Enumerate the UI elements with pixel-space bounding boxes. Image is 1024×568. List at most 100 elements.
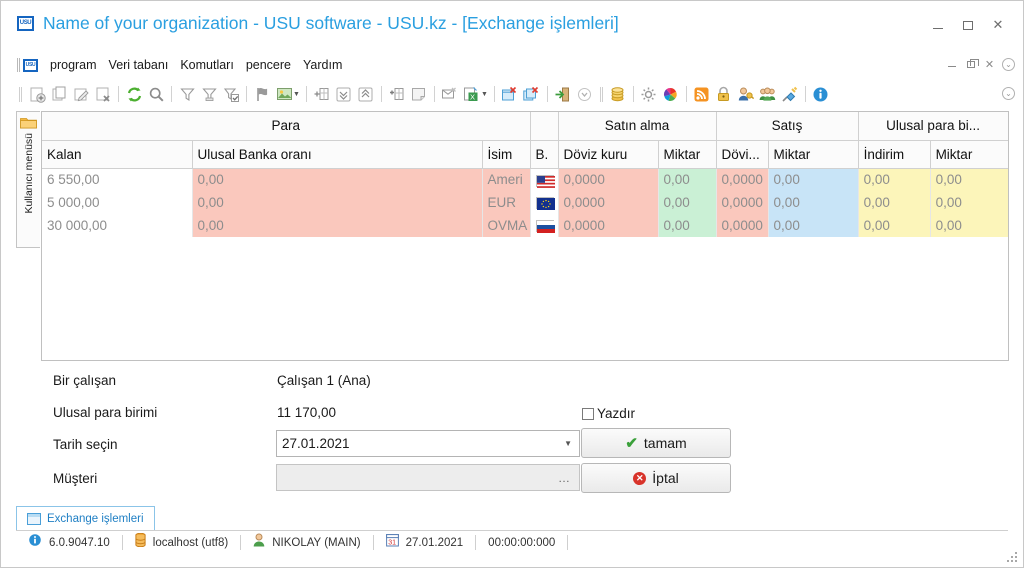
menu-drag-handle[interactable] [17,58,20,72]
cell-satis-doviz-kuru[interactable]: 0,0000 [716,191,769,214]
group-header-para[interactable]: Para [42,112,531,141]
status-time[interactable]: 00:00:00:000 [476,532,567,554]
filter-icon[interactable] [177,84,197,104]
color-wheel-icon[interactable] [661,84,681,104]
cell-ulusal-miktar[interactable]: 0,00 [930,191,1008,214]
add-record-icon[interactable] [27,84,47,104]
cell-satis-miktar[interactable]: 0,00 [768,214,859,237]
status-version[interactable]: 6.0.9047.10 [16,532,122,554]
flag-icon[interactable] [252,84,272,104]
toolbar-drag-handle[interactable] [19,86,22,102]
ellipsis-button-icon[interactable]: … [558,472,571,484]
menu-item-pencere[interactable]: pencere [246,58,291,72]
column-header-kalan[interactable]: Kalan [42,140,193,169]
cell-kalan[interactable]: 6 550,00 [42,168,193,191]
cell-indirim[interactable]: 0,00 [858,191,931,214]
exit-icon[interactable] [553,84,573,104]
chevron-down-icon[interactable]: ▼ [564,439,572,448]
user-key-icon[interactable] [736,84,756,104]
mail-icon[interactable] [440,84,460,104]
print-checkbox[interactable] [582,407,594,420]
group-header-ulusal[interactable]: Ulusal para bi... [858,112,1008,141]
minimize-button[interactable] [923,15,953,35]
column-header-indirim[interactable]: İndirim [858,140,931,169]
cell-satin-alma-miktar[interactable]: 0,00 [658,191,717,214]
cell-satin-alma-doviz-kuru[interactable]: 0,0000 [558,191,659,214]
table-row[interactable]: 30 000,00 0,00 OVMA 0,0000 0,00 0,0000 0… [42,214,1008,237]
image-icon[interactable] [274,84,294,104]
close-all-tabs-icon[interactable] [522,84,542,104]
delete-record-icon[interactable] [93,84,113,104]
cell-indirim[interactable]: 0,00 [858,214,931,237]
column-header-ulusal-banka-orani[interactable]: Ulusal Banka oranı [192,140,483,169]
lock-icon[interactable] [714,84,734,104]
mdi-more-button[interactable]: ⌄ [1000,56,1017,72]
cell-ulusal-banka-orani[interactable]: 0,00 [192,191,483,214]
resize-grip-icon[interactable] [1007,552,1019,564]
cell-isim[interactable]: Ameri [482,168,531,191]
column-header-satin-alma-doviz-kuru[interactable]: Döviz kuru [558,140,659,169]
settings-gear-icon[interactable] [639,84,659,104]
edit-record-icon[interactable] [71,84,91,104]
menu-item-program[interactable]: program [50,58,97,72]
copy-record-icon[interactable] [49,84,69,104]
status-date[interactable]: 31 27.01.2021 [374,532,476,554]
mdi-minimize-button[interactable] [943,56,960,72]
exchange-grid[interactable]: Para Satın alma Satış Ulusal para bi... … [41,111,1009,361]
status-user[interactable]: NIKOLAY (MAIN) [241,532,372,554]
plug-icon[interactable] [780,84,800,104]
cell-satis-doviz-kuru[interactable]: 0,0000 [716,168,769,191]
users-icon[interactable] [758,84,778,104]
cancel-button[interactable]: ✕ İptal [581,463,731,493]
group-panel-icon[interactable] [312,84,332,104]
filter-advanced-icon[interactable] [199,84,219,104]
column-header-isim[interactable]: İsim [482,140,531,169]
filter-check-icon[interactable] [221,84,241,104]
menu-item-veri-tabani[interactable]: Veri tabanı [109,58,169,72]
column-header-satin-alma-miktar[interactable]: Miktar [658,140,717,169]
user-menu-tab[interactable]: Kullanıcı menüsü [16,111,40,248]
column-header-bayrak[interactable]: B. [530,140,559,169]
toolbar-overflow-button[interactable]: ⌄ [1002,87,1015,100]
date-input[interactable]: 27.01.2021 ▼ [276,430,580,457]
cell-satis-miktar[interactable]: 0,00 [768,191,859,214]
cell-flag[interactable] [530,168,559,191]
cell-satin-alma-doviz-kuru[interactable]: 0,0000 [558,168,659,191]
cell-ulusal-banka-orani[interactable]: 0,00 [192,214,483,237]
mdi-restore-button[interactable] [962,56,979,72]
cell-satin-alma-miktar[interactable]: 0,00 [658,168,717,191]
cell-satin-alma-doviz-kuru[interactable]: 0,0000 [558,214,659,237]
column-header-satis-doviz-kuru[interactable]: Dövi... [716,140,769,169]
column-header-ulusal-miktar[interactable]: Miktar [930,140,1008,169]
cell-satin-alma-miktar[interactable]: 0,00 [658,214,717,237]
maximize-button[interactable] [953,15,983,35]
table-row[interactable]: 6 550,00 0,00 Ameri 0,0000 0,00 0,0000 0… [42,168,1008,191]
rss-icon[interactable] [692,84,712,104]
cell-isim[interactable]: OVMA [482,214,531,237]
collapse-all-icon[interactable] [356,84,376,104]
note-icon[interactable] [409,84,429,104]
cell-satis-miktar[interactable]: 0,00 [768,168,859,191]
group-header-satis[interactable]: Satış [716,112,859,141]
menu-item-yardim[interactable]: Yardım [303,58,342,72]
cell-flag[interactable] [530,214,559,237]
table-row[interactable]: 5 000,00 0,00 EUR 0,0000 0,00 0,0000 0,0… [42,191,1008,214]
info-icon[interactable] [811,84,831,104]
coins-icon[interactable] [608,84,628,104]
export-excel-icon[interactable]: X [462,84,482,104]
close-tab-icon[interactable] [500,84,520,104]
export-dropdown-caret-icon[interactable]: ▼ [481,91,488,98]
cell-indirim[interactable]: 0,00 [858,168,931,191]
cell-ulusal-banka-orani[interactable]: 0,00 [192,168,483,191]
group-header-satin-alma[interactable]: Satın alma [558,112,717,141]
image-dropdown-caret-icon[interactable]: ▼ [293,91,300,98]
exit-more-icon[interactable] [575,84,595,104]
cell-ulusal-miktar[interactable]: 0,00 [930,168,1008,191]
taskbar-tab-exchange[interactable]: Exchange işlemleri [16,506,155,531]
cell-isim[interactable]: EUR [482,191,531,214]
column-header-satis-miktar[interactable]: Miktar [768,140,859,169]
cell-kalan[interactable]: 30 000,00 [42,214,193,237]
customer-input[interactable]: … [276,464,580,491]
status-database[interactable]: localhost (utf8) [123,532,240,554]
menu-item-komutlari[interactable]: Komutları [180,58,234,72]
